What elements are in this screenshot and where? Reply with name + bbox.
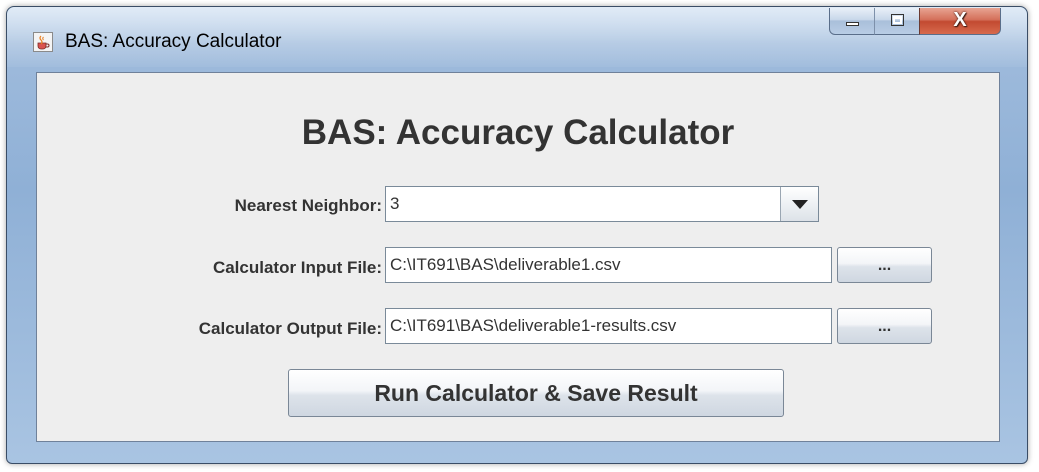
close-button[interactable]: X — [919, 8, 1001, 35]
input-file-browse-button[interactable]: ... — [837, 247, 932, 283]
window-title: BAS: Accuracy Calculator — [65, 31, 282, 52]
nearest-neighbor-combo[interactable]: 3 — [385, 186, 819, 222]
minimize-button[interactable] — [829, 8, 875, 35]
input-file-field[interactable]: C:\IT691\BAS\deliverable1.csv — [385, 247, 832, 283]
nearest-neighbor-label: Nearest Neighbor: — [234, 196, 382, 215]
content-panel: BAS: Accuracy Calculator Nearest Neighbo… — [36, 72, 1000, 442]
close-icon: X — [953, 9, 967, 31]
maximize-button[interactable] — [874, 8, 920, 35]
minimize-icon — [846, 22, 859, 26]
maximize-icon — [891, 14, 904, 26]
output-file-field[interactable]: C:\IT691\BAS\deliverable1-results.csv — [385, 308, 832, 344]
run-calculator-button[interactable]: Run Calculator & Save Result — [288, 369, 784, 417]
nearest-neighbor-value: 3 — [390, 194, 400, 213]
java-cup-icon[interactable] — [33, 32, 53, 52]
page-title: BAS: Accuracy Calculator — [301, 113, 735, 152]
title-bar[interactable]: BAS: Accuracy Calculator X — [7, 7, 1027, 59]
chevron-down-icon[interactable] — [780, 187, 818, 221]
app-window: BAS: Accuracy Calculator X BAS: Accuracy… — [6, 6, 1028, 464]
output-file-browse-button[interactable]: ... — [837, 308, 932, 344]
input-file-label: Calculator Input File: — [212, 258, 382, 277]
output-file-label: Calculator Output File: — [198, 319, 382, 338]
